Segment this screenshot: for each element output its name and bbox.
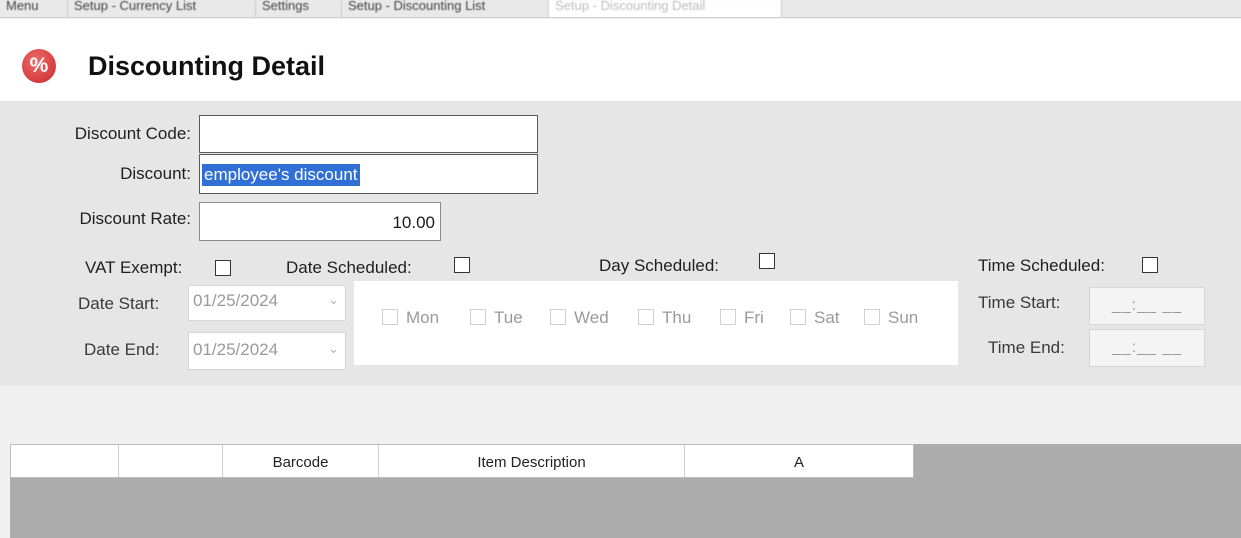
date-start-label: Date Start: [78, 294, 160, 313]
day-mon[interactable]: Mon [382, 308, 439, 328]
items-grid[interactable]: Barcode Item Description A [10, 444, 1241, 538]
thu-checkbox[interactable] [638, 309, 654, 325]
page-header: % Discounting Detail [0, 19, 1241, 101]
discount-form-panel: Discount Code: Discount: employee's disc… [0, 101, 1241, 386]
discount-code-label: Discount Code: [74, 124, 191, 143]
column-header-a[interactable]: A [685, 445, 913, 477]
day-tue[interactable]: Tue [470, 308, 523, 328]
date-start-value: 01/25/2024 [193, 291, 279, 310]
column-header-item-description[interactable]: Item Description [379, 445, 685, 477]
time-scheduled-checkbox[interactable] [1142, 257, 1158, 273]
discount-value: employee's discount [202, 164, 360, 186]
date-end-picker[interactable]: 01/25/2024 ⌄ [188, 332, 346, 370]
sun-label: Sun [888, 308, 919, 327]
tue-label: Tue [494, 308, 523, 327]
discount-input[interactable]: employee's discount [199, 154, 538, 194]
chevron-down-icon: ⌄ [328, 341, 339, 356]
discount-rate-value: 10.00 [392, 213, 435, 232]
time-start-input[interactable]: __:__ __ [1089, 287, 1205, 325]
date-start-picker[interactable]: 01/25/2024 ⌄ [188, 285, 346, 321]
tab-currency-list[interactable]: Setup - Currency List [68, 0, 256, 17]
day-sat[interactable]: Sat [790, 308, 840, 328]
tue-checkbox[interactable] [470, 309, 486, 325]
day-sun[interactable]: Sun [864, 308, 918, 328]
time-end-label: Time End: [988, 338, 1065, 357]
date-scheduled-checkbox[interactable] [454, 257, 470, 273]
grid-header: Barcode Item Description A [10, 444, 914, 478]
thu-label: Thu [662, 308, 692, 327]
wed-label: Wed [574, 308, 609, 327]
tab-settings[interactable]: Settings [256, 0, 342, 17]
percent-icon: % [22, 49, 56, 83]
chevron-down-icon: ⌄ [328, 292, 339, 307]
time-scheduled-label: Time Scheduled: [978, 256, 1105, 275]
mon-label: Mon [406, 308, 440, 327]
sun-checkbox[interactable] [864, 309, 880, 325]
date-end-value: 01/25/2024 [193, 340, 279, 359]
discount-rate-label: Discount Rate: [79, 209, 192, 228]
tab-discounting-list[interactable]: Setup - Discounting List [342, 0, 549, 17]
date-end-label: Date End: [84, 340, 160, 359]
mon-checkbox[interactable] [382, 309, 398, 325]
column-header-1[interactable] [11, 445, 119, 477]
page-title: Discounting Detail [88, 51, 326, 81]
vat-exempt-checkbox[interactable] [215, 260, 231, 276]
date-scheduled-label: Date Scheduled: [286, 258, 412, 277]
sat-checkbox[interactable] [790, 309, 806, 325]
fri-checkbox[interactable] [720, 309, 736, 325]
vat-exempt-label: VAT Exempt: [85, 258, 183, 277]
discount-code-input[interactable] [199, 115, 538, 153]
column-header-barcode[interactable]: Barcode [223, 445, 379, 477]
day-fri[interactable]: Fri [720, 308, 764, 328]
day-scheduled-label: Day Scheduled: [599, 256, 720, 275]
spacer-area [0, 386, 1241, 444]
time-start-label: Time Start: [978, 293, 1061, 312]
discount-label: Discount: [120, 164, 191, 183]
tab-strip: Menu Setup - Currency List Settings Setu… [0, 0, 1241, 18]
time-end-input[interactable]: __:__ __ [1089, 329, 1205, 367]
sat-label: Sat [814, 308, 840, 327]
wed-checkbox[interactable] [550, 309, 566, 325]
day-wed[interactable]: Wed [550, 308, 609, 328]
fri-label: Fri [744, 308, 764, 327]
discount-rate-input[interactable]: 10.00 [199, 202, 441, 241]
day-thu[interactable]: Thu [638, 308, 691, 328]
tab-discounting-detail[interactable]: Setup - Discounting Detail [549, 0, 782, 17]
tab-menu[interactable]: Menu [0, 0, 68, 17]
column-header-2[interactable] [119, 445, 223, 477]
days-of-week-box: Mon Tue Wed Thu Fri Sat Sun [354, 281, 958, 365]
day-scheduled-checkbox[interactable] [759, 253, 775, 269]
